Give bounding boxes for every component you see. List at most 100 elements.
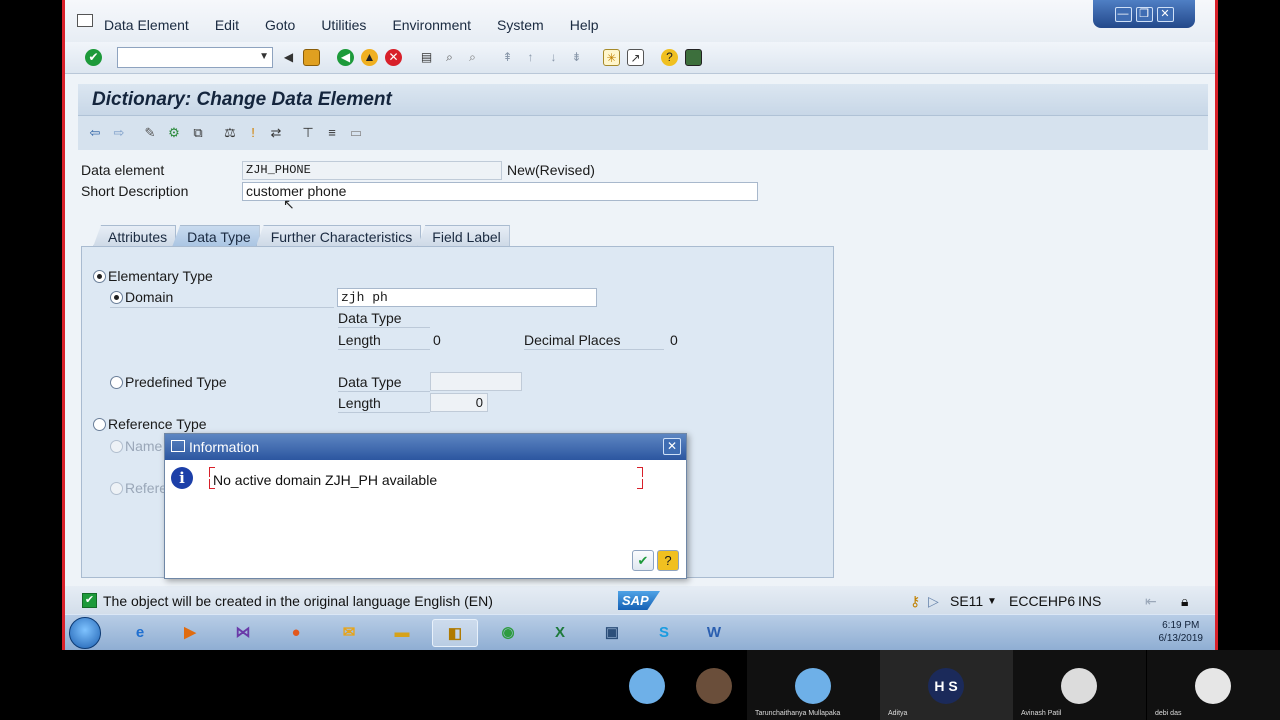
participant-tile[interactable]: H S Aditya <box>880 650 1013 720</box>
video-call-strip: Tarunchaithanya Mullapaka H S Aditya Avi… <box>0 650 1280 720</box>
insert-mode[interactable]: INS <box>1078 593 1101 609</box>
visual-studio-icon[interactable]: ⋈ <box>220 619 266 647</box>
sap-logon-icon[interactable]: ◧ <box>432 619 478 647</box>
decimal-places-value: 0 <box>670 332 678 348</box>
ie-icon[interactable]: e <box>117 619 163 647</box>
status-expand-icon[interactable]: ▷ <box>928 593 939 610</box>
tab-attributes[interactable]: Attributes <box>93 225 177 247</box>
reference-predefined-radio <box>110 482 123 495</box>
system-dropdown-icon[interactable]: ▼ <box>987 596 997 607</box>
menu-help[interactable]: Help <box>570 17 599 33</box>
skype-icon[interactable]: S <box>641 619 687 647</box>
chrome-icon[interactable]: ◉ <box>485 619 531 647</box>
activate-icon[interactable]: ! <box>245 125 261 141</box>
participant-tile[interactable]: debi das <box>1147 650 1280 720</box>
key-icon[interactable]: ⚷ <box>910 593 920 610</box>
check-icon[interactable]: ⚖ <box>222 125 238 141</box>
dialog-menu-icon[interactable] <box>171 440 185 452</box>
predefined-type-radio[interactable] <box>110 376 123 389</box>
tab-field-label[interactable]: Field Label <box>417 225 510 247</box>
command-field[interactable]: ▼ <box>117 47 273 68</box>
hierarchy-icon[interactable]: ⊤ <box>300 125 316 141</box>
data-element-field[interactable]: ZJH_PHONE <box>242 161 502 180</box>
predefined-length-label: Length <box>338 395 381 411</box>
supplementary-doc-icon[interactable]: ▭ <box>348 125 364 141</box>
cancel-icon[interactable]: ✕ <box>385 49 402 66</box>
avatar <box>795 668 831 704</box>
menu-environment[interactable]: Environment <box>392 17 471 33</box>
domain-field[interactable]: zjh ph <box>337 288 597 307</box>
sap-logo: SAP <box>618 591 660 610</box>
menu-goto[interactable]: Goto <box>265 17 295 33</box>
explorer-folder-icon[interactable]: ▬ <box>379 619 425 647</box>
active-inactive-icon[interactable]: ⚙ <box>166 125 182 141</box>
display-change-icon[interactable]: ✎ <box>142 125 158 141</box>
documentation-icon[interactable]: ≡ <box>324 125 340 141</box>
enter-check-icon[interactable]: ✔ <box>85 49 102 66</box>
dialog-continue-button[interactable]: ✔ <box>632 550 654 571</box>
next-page-icon[interactable]: ↓ <box>545 49 562 66</box>
predefined-data-type-underline <box>338 391 430 392</box>
layout-menu-icon[interactable] <box>685 49 702 66</box>
excel-icon[interactable]: X <box>537 619 583 647</box>
first-page-icon[interactable]: ⇞ <box>499 49 516 66</box>
find-icon[interactable]: ⌕ <box>441 49 458 66</box>
exit-icon[interactable]: ▲ <box>361 49 378 66</box>
word-icon[interactable]: W <box>691 619 737 647</box>
participant-tile[interactable]: Avinash Patil <box>1013 650 1146 720</box>
elementary-type-radio[interactable] <box>93 270 106 283</box>
dialog-help-button[interactable]: ? <box>657 550 679 571</box>
participant-tile[interactable]: Tarunchaithanya Mullapaka <box>747 650 880 720</box>
predefined-data-type-field[interactable] <box>430 372 522 391</box>
menu-utilities[interactable]: Utilities <box>321 17 366 33</box>
participant-name: Tarunchaithanya Mullapaka <box>755 710 841 717</box>
back-arrow-icon[interactable]: ◀ <box>280 49 297 66</box>
restore-button[interactable]: ❐ <box>1135 6 1153 22</box>
length-underline <box>338 349 430 350</box>
participant-tile[interactable] <box>680 650 746 720</box>
other-object-icon[interactable]: ⧉ <box>190 125 206 141</box>
domain-radio[interactable] <box>110 291 123 304</box>
predefined-length-field[interactable]: 0 <box>430 393 488 412</box>
domain-length-value: 0 <box>433 332 441 348</box>
chevron-down-icon[interactable]: ▼ <box>259 51 269 62</box>
save-icon[interactable] <box>303 49 320 66</box>
data-element-label: Data element <box>81 162 165 178</box>
media-player-icon[interactable]: ▶ <box>167 619 213 647</box>
tab-further-characteristics[interactable]: Further Characteristics <box>255 225 422 247</box>
new-session-icon[interactable]: ✳ <box>603 49 620 66</box>
arrow-left-icon[interactable]: ⇦ <box>87 125 103 141</box>
help-icon[interactable]: ? <box>661 49 678 66</box>
title-bar: Dictionary: Change Data Element <box>78 84 1208 116</box>
reference-type-radio[interactable] <box>93 418 106 431</box>
lock-icon[interactable]: 🔒︎ <box>1181 593 1188 610</box>
window-menu-icon[interactable] <box>77 14 93 27</box>
menu-data-element[interactable]: Data Element <box>104 17 189 33</box>
dialog-message: No active domain ZJH_PH available <box>213 472 438 488</box>
last-page-icon[interactable]: ⇟ <box>568 49 585 66</box>
outlook-icon[interactable]: ✉ <box>326 619 372 647</box>
back-green-icon[interactable]: ◀ <box>337 49 354 66</box>
menu-edit[interactable]: Edit <box>215 17 239 33</box>
find-next-icon[interactable]: ⌕ <box>464 49 481 66</box>
print-icon[interactable]: ▤ <box>418 49 435 66</box>
status-message[interactable]: The object will be created in the origin… <box>103 593 493 609</box>
where-used-icon[interactable]: ⇄ <box>268 125 284 141</box>
domain-underline <box>110 307 334 308</box>
minimize-button[interactable]: — <box>1114 6 1132 22</box>
previous-page-icon[interactable]: ↑ <box>522 49 539 66</box>
mouse-cursor-icon: ↖ <box>283 196 295 212</box>
start-button[interactable] <box>69 617 101 649</box>
clock-date[interactable]: 6/13/2019 <box>1159 632 1204 645</box>
short-description-field[interactable]: customer phone <box>242 182 758 201</box>
clock-time[interactable]: 6:19 PM <box>1159 619 1204 632</box>
tab-data-type[interactable]: Data Type <box>172 225 260 247</box>
remote-desktop-icon[interactable]: ▣ <box>589 619 635 647</box>
close-button[interactable]: ✕ <box>1156 6 1174 22</box>
shortcut-icon[interactable]: ↗ <box>627 49 644 66</box>
dialog-close-button[interactable]: ✕ <box>663 438 681 455</box>
firefox-icon[interactable]: ● <box>273 619 319 647</box>
menu-system[interactable]: System <box>497 17 544 33</box>
transaction-code[interactable]: SE11 <box>950 593 983 609</box>
arrow-right-icon[interactable]: ⇨ <box>111 125 127 141</box>
